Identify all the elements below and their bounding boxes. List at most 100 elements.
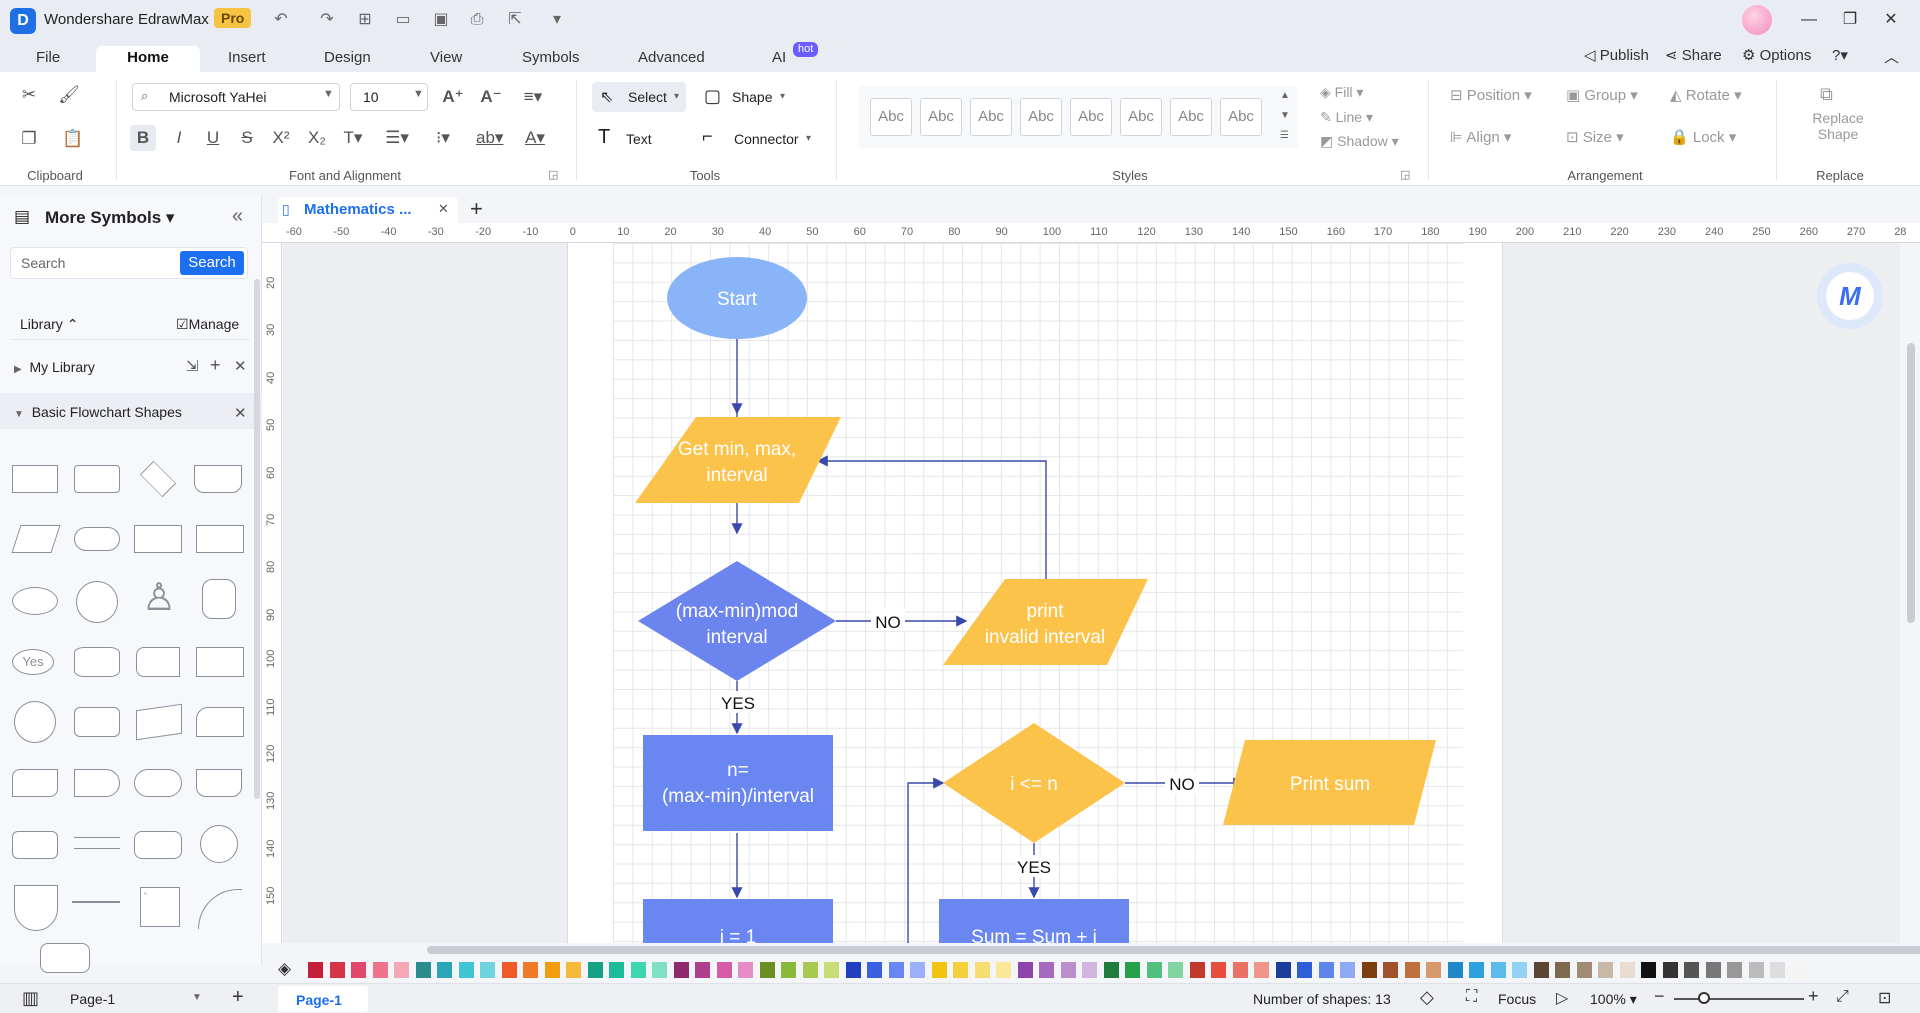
parallel-lines-shape[interactable] bbox=[74, 837, 120, 849]
restore-icon[interactable]: ❐ bbox=[1835, 8, 1865, 32]
color-swatch[interactable] bbox=[1189, 962, 1205, 978]
color-swatch[interactable] bbox=[1060, 962, 1076, 978]
color-swatch[interactable] bbox=[1146, 962, 1162, 978]
tab-view[interactable]: View bbox=[420, 46, 472, 72]
process-shape[interactable] bbox=[12, 465, 58, 493]
italic-icon[interactable]: I bbox=[166, 125, 192, 151]
connector-print-get[interactable] bbox=[816, 455, 1047, 579]
add-document-icon[interactable]: + bbox=[470, 196, 483, 222]
yes-shape[interactable]: Yes bbox=[12, 649, 54, 675]
database-shape[interactable] bbox=[74, 647, 120, 677]
superscript-icon[interactable]: X² bbox=[268, 125, 294, 151]
color-swatch[interactable] bbox=[1490, 962, 1506, 978]
color-swatch[interactable] bbox=[630, 962, 646, 978]
increase-font-icon[interactable]: A⁺ bbox=[440, 84, 466, 110]
color-swatch[interactable] bbox=[931, 962, 947, 978]
replace-shape-button[interactable]: Replace Shape bbox=[1808, 110, 1868, 142]
select-button[interactable]: ⇖ Select ▾ bbox=[592, 82, 686, 112]
import-icon[interactable]: ⇲ bbox=[186, 357, 199, 375]
zoom-in-icon[interactable]: + bbox=[1808, 986, 1819, 1007]
color-swatch[interactable] bbox=[1770, 962, 1785, 978]
play-icon[interactable]: ▷ bbox=[1556, 988, 1568, 1008]
style-swatch-2[interactable]: Abc bbox=[920, 98, 962, 136]
color-swatch[interactable] bbox=[523, 962, 538, 978]
zoom-level[interactable]: 100% ▾ bbox=[1590, 991, 1637, 1008]
publish-button[interactable]: ◁ Publish bbox=[1584, 46, 1649, 64]
color-swatch[interactable] bbox=[372, 962, 388, 978]
lock-button[interactable]: 🔒 Lock ▾ bbox=[1670, 128, 1736, 146]
focus-label[interactable]: Focus bbox=[1498, 991, 1536, 1007]
color-swatch[interactable] bbox=[1168, 962, 1183, 978]
color-swatch[interactable] bbox=[1103, 962, 1119, 978]
user-shape[interactable] bbox=[202, 579, 236, 619]
color-swatch[interactable] bbox=[695, 962, 710, 978]
connector-button[interactable]: ⌐ Connector ▾ bbox=[700, 124, 820, 154]
format-painter-icon[interactable]: 🖌 bbox=[56, 82, 82, 108]
bullets-icon[interactable]: ⁝▾ bbox=[430, 125, 456, 151]
color-swatch[interactable] bbox=[953, 962, 968, 978]
tab-insert[interactable]: Insert bbox=[218, 46, 276, 72]
options-button[interactable]: ⚙ Options bbox=[1742, 46, 1811, 64]
internal-storage-shape[interactable] bbox=[196, 525, 244, 553]
font-family-select[interactable]: ⌕ Microsoft YaHei ▼ bbox=[132, 83, 340, 111]
data-shape[interactable] bbox=[11, 525, 61, 553]
text-button[interactable]: T Text bbox=[596, 124, 676, 154]
decrease-font-icon[interactable]: A⁻ bbox=[478, 84, 504, 110]
help-icon[interactable]: ?▾ bbox=[1832, 46, 1848, 64]
color-swatch[interactable] bbox=[888, 962, 904, 978]
fit-page-icon[interactable]: ⤢ bbox=[1836, 988, 1849, 1006]
tab-symbols[interactable]: Symbols bbox=[512, 46, 590, 72]
paste-icon[interactable]: 📋 bbox=[60, 126, 86, 152]
color-swatch[interactable] bbox=[1555, 962, 1570, 978]
get-input-shape[interactable] bbox=[635, 417, 841, 503]
strikethrough-icon[interactable]: S bbox=[234, 125, 260, 151]
direct-data-shape[interactable] bbox=[74, 707, 120, 737]
page-layout-icon[interactable]: ▥ bbox=[22, 988, 39, 1009]
color-swatch[interactable] bbox=[738, 962, 753, 978]
color-swatch[interactable] bbox=[1469, 962, 1484, 978]
text-align-icon[interactable]: ≡▾ bbox=[520, 84, 546, 110]
panel-scrollbar[interactable] bbox=[254, 279, 260, 799]
close-icon[interactable]: ✕ bbox=[234, 357, 247, 375]
color-swatch[interactable] bbox=[1232, 962, 1248, 978]
color-swatch[interactable] bbox=[566, 962, 581, 978]
color-swatch[interactable] bbox=[1748, 962, 1764, 978]
ellipse-shape[interactable] bbox=[12, 587, 58, 615]
print-icon[interactable]: ⎙ bbox=[466, 9, 488, 31]
section-header[interactable]: ▼ Basic Flowchart Shapes bbox=[14, 404, 182, 420]
subscript-icon[interactable]: X₂ bbox=[304, 125, 330, 151]
color-swatch[interactable] bbox=[867, 962, 882, 978]
color-swatch[interactable] bbox=[759, 962, 775, 978]
bold-icon[interactable]: B bbox=[130, 125, 156, 151]
close-window-icon[interactable]: ✕ bbox=[1876, 8, 1906, 32]
color-swatch[interactable] bbox=[974, 962, 990, 978]
color-swatch[interactable] bbox=[1275, 962, 1291, 978]
color-swatch[interactable] bbox=[1017, 962, 1033, 978]
color-swatch[interactable] bbox=[1662, 962, 1678, 978]
minimize-icon[interactable]: — bbox=[1794, 8, 1824, 32]
person-icon[interactable]: ♙ bbox=[142, 575, 176, 620]
open-folder-icon[interactable]: ▭ bbox=[392, 9, 414, 31]
print-invalid-shape[interactable] bbox=[943, 579, 1148, 665]
new-icon[interactable]: ⊞ bbox=[354, 9, 376, 31]
color-swatch[interactable] bbox=[1705, 962, 1721, 978]
rounded-rect-shape[interactable] bbox=[74, 465, 120, 493]
share-button[interactable]: ⋖ Share bbox=[1665, 46, 1722, 64]
dialog-launcher-icon[interactable]: ◲ bbox=[1400, 168, 1410, 181]
brace-shape[interactable] bbox=[40, 943, 90, 973]
fullscreen-icon[interactable]: ⊡ bbox=[1878, 988, 1891, 1008]
color-swatch[interactable] bbox=[910, 962, 925, 978]
style-swatch-4[interactable]: Abc bbox=[1020, 98, 1062, 136]
export-icon[interactable]: ⇱ bbox=[504, 9, 526, 31]
copy-icon[interactable]: ❐ bbox=[16, 126, 42, 152]
my-library-item[interactable]: ▶ My Library bbox=[14, 359, 95, 375]
collapse-panel-icon[interactable]: « bbox=[232, 205, 243, 228]
card-corner-shape[interactable] bbox=[196, 707, 244, 737]
color-swatch[interactable] bbox=[480, 962, 495, 978]
horizontal-scroll-thumb[interactable] bbox=[427, 946, 1920, 954]
drawing-canvas[interactable]: Start Get min, max, interval (max-min)mo… bbox=[283, 243, 1900, 943]
font-size-select[interactable]: 10 ▼ bbox=[350, 83, 428, 111]
color-swatch[interactable] bbox=[1318, 962, 1334, 978]
preparation-shape[interactable] bbox=[12, 831, 58, 859]
document-tab[interactable]: ▯ Mathematics ... ✕ bbox=[278, 197, 458, 223]
